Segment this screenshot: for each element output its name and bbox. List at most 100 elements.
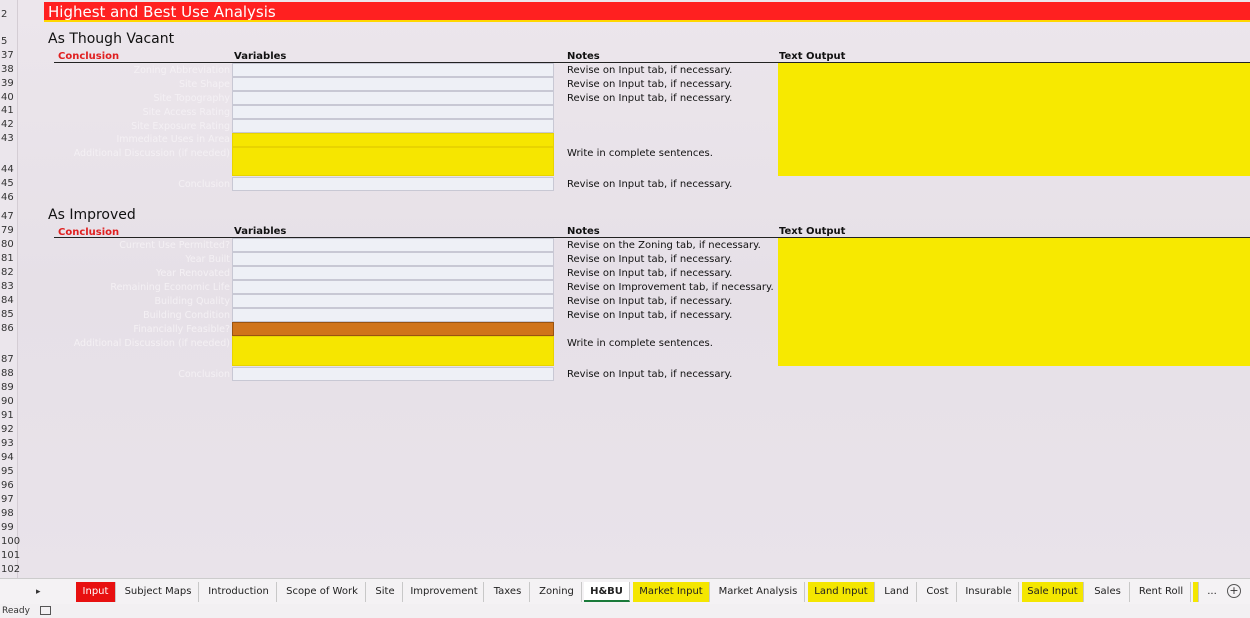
sheet-title-banner[interactable]: Highest and Best Use Analysis: [44, 2, 1250, 22]
site-access-rating-cell[interactable]: [232, 105, 554, 119]
row-number[interactable]: 87: [0, 354, 18, 365]
field-label: Financially Feasible?: [133, 324, 230, 335]
tab-taxes[interactable]: Taxes: [486, 582, 530, 602]
row-number[interactable]: 47: [0, 211, 18, 222]
field-label: Building Quality: [154, 296, 230, 307]
field-label: Conclusion: [178, 369, 230, 380]
vacant-conclusion-cell[interactable]: [232, 177, 554, 191]
tab-insurable[interactable]: Insurable: [959, 582, 1019, 602]
site-shape-cell[interactable]: [232, 77, 554, 91]
improved-text-output[interactable]: [778, 238, 1250, 366]
row-number[interactable]: 90: [0, 396, 18, 407]
section-title-vacant[interactable]: As Though Vacant: [48, 31, 174, 47]
tab-subject-maps[interactable]: Subject Maps: [118, 582, 199, 602]
row-number[interactable]: 94: [0, 452, 18, 463]
row-number[interactable]: 93: [0, 438, 18, 449]
row-number[interactable]: 42: [0, 119, 18, 130]
row-number[interactable]: 41: [0, 105, 18, 116]
row-number[interactable]: 39: [0, 78, 18, 89]
notes-header[interactable]: Notes: [567, 226, 600, 237]
row-number[interactable]: 101: [0, 550, 20, 561]
building-quality-cell[interactable]: [232, 294, 554, 308]
row-number[interactable]: 95: [0, 466, 18, 477]
tab-input[interactable]: Input: [76, 582, 116, 602]
note-text: Revise on Input tab, if necessary.: [567, 369, 733, 380]
field-label: Site Exposure Rating: [131, 121, 230, 132]
more-tabs-button[interactable]: ...: [1203, 582, 1221, 602]
financially-feasible-cell[interactable]: [232, 322, 554, 336]
row-number[interactable]: 2: [0, 9, 18, 20]
row-number[interactable]: 100: [0, 536, 20, 547]
spreadsheet-grid: 2 5 37 38 39 40 41 42 43 44 45 46 47 79 …: [0, 0, 1250, 578]
additional-discussion-cell[interactable]: [232, 147, 554, 176]
row-number[interactable]: 83: [0, 281, 18, 292]
row-number[interactable]: 97: [0, 494, 18, 505]
immediate-uses-cell[interactable]: [232, 133, 554, 147]
row-number[interactable]: 38: [0, 64, 18, 75]
row-number[interactable]: 102: [0, 564, 20, 575]
tab-site[interactable]: Site: [368, 582, 403, 602]
tab-hbu[interactable]: H&BU: [584, 582, 630, 602]
tab-rent-roll[interactable]: Rent Roll: [1132, 582, 1191, 602]
additional-discussion-cell[interactable]: [232, 336, 554, 366]
row-number[interactable]: 89: [0, 382, 18, 393]
tab-sale-input[interactable]: Sale Input: [1022, 582, 1084, 602]
building-condition-cell[interactable]: [232, 308, 554, 322]
current-use-permitted-cell[interactable]: [232, 238, 554, 252]
vacant-text-output[interactable]: [778, 63, 1250, 176]
row-number[interactable]: 98: [0, 508, 18, 519]
tab-introduction[interactable]: Introduction: [201, 582, 277, 602]
variables-header[interactable]: Variables: [234, 226, 286, 237]
field-label: Year Built: [185, 254, 230, 265]
year-built-cell[interactable]: [232, 252, 554, 266]
row-number[interactable]: 40: [0, 92, 18, 103]
year-renovated-cell[interactable]: [232, 266, 554, 280]
site-topography-cell[interactable]: [232, 91, 554, 105]
row-number[interactable]: 37: [0, 50, 18, 61]
row-number[interactable]: 5: [0, 36, 18, 47]
tab-market-input[interactable]: Market Input: [633, 582, 710, 602]
row-number[interactable]: 82: [0, 267, 18, 278]
tab-cost[interactable]: Cost: [919, 582, 957, 602]
note-text: Revise on Input tab, if necessary.: [567, 93, 733, 104]
row-number[interactable]: 80: [0, 239, 18, 250]
improved-conclusion-cell[interactable]: [232, 367, 554, 381]
row-number[interactable]: 46: [0, 192, 18, 203]
tab-scroll-arrow[interactable]: ▸: [36, 582, 41, 602]
row-number[interactable]: 43: [0, 133, 18, 144]
tab-land-input[interactable]: Land Input: [808, 582, 875, 602]
tab-hidden-yellow[interactable]: [1193, 582, 1199, 602]
row-number[interactable]: 79: [0, 225, 18, 236]
conclusion-header[interactable]: Conclusion: [58, 51, 119, 62]
tab-land[interactable]: Land: [877, 582, 917, 602]
tab-zoning[interactable]: Zoning: [532, 582, 582, 602]
row-number[interactable]: 96: [0, 480, 18, 491]
row-number[interactable]: 86: [0, 323, 18, 334]
text-output-header[interactable]: Text Output: [779, 226, 845, 237]
notes-header[interactable]: Notes: [567, 51, 600, 62]
remaining-economic-life-cell[interactable]: [232, 280, 554, 294]
add-sheet-button[interactable]: +: [1227, 584, 1241, 598]
tab-improvement[interactable]: Improvement: [405, 582, 484, 602]
field-label: Site Topography: [153, 93, 230, 104]
row-number[interactable]: 88: [0, 368, 18, 379]
row-number[interactable]: 92: [0, 424, 18, 435]
row-number[interactable]: 85: [0, 309, 18, 320]
row-number[interactable]: 99: [0, 522, 18, 533]
site-exposure-rating-cell[interactable]: [232, 119, 554, 133]
row-number[interactable]: 84: [0, 295, 18, 306]
row-number[interactable]: 81: [0, 253, 18, 264]
section-title-improved[interactable]: As Improved: [48, 207, 136, 223]
row-number[interactable]: 45: [0, 178, 18, 189]
text-output-header[interactable]: Text Output: [779, 51, 845, 62]
zoning-abbreviation-cell[interactable]: [232, 63, 554, 77]
variables-header[interactable]: Variables: [234, 51, 286, 62]
row-number[interactable]: 91: [0, 410, 18, 421]
note-text: Revise on Input tab, if necessary.: [567, 254, 733, 265]
row-number[interactable]: 44: [0, 164, 18, 175]
tab-sales[interactable]: Sales: [1086, 582, 1130, 602]
note-text: Revise on Input tab, if necessary.: [567, 179, 733, 190]
tab-market-analysis[interactable]: Market Analysis: [712, 582, 805, 602]
accessibility-icon[interactable]: [40, 606, 51, 615]
tab-scope-of-work[interactable]: Scope of Work: [279, 582, 366, 602]
